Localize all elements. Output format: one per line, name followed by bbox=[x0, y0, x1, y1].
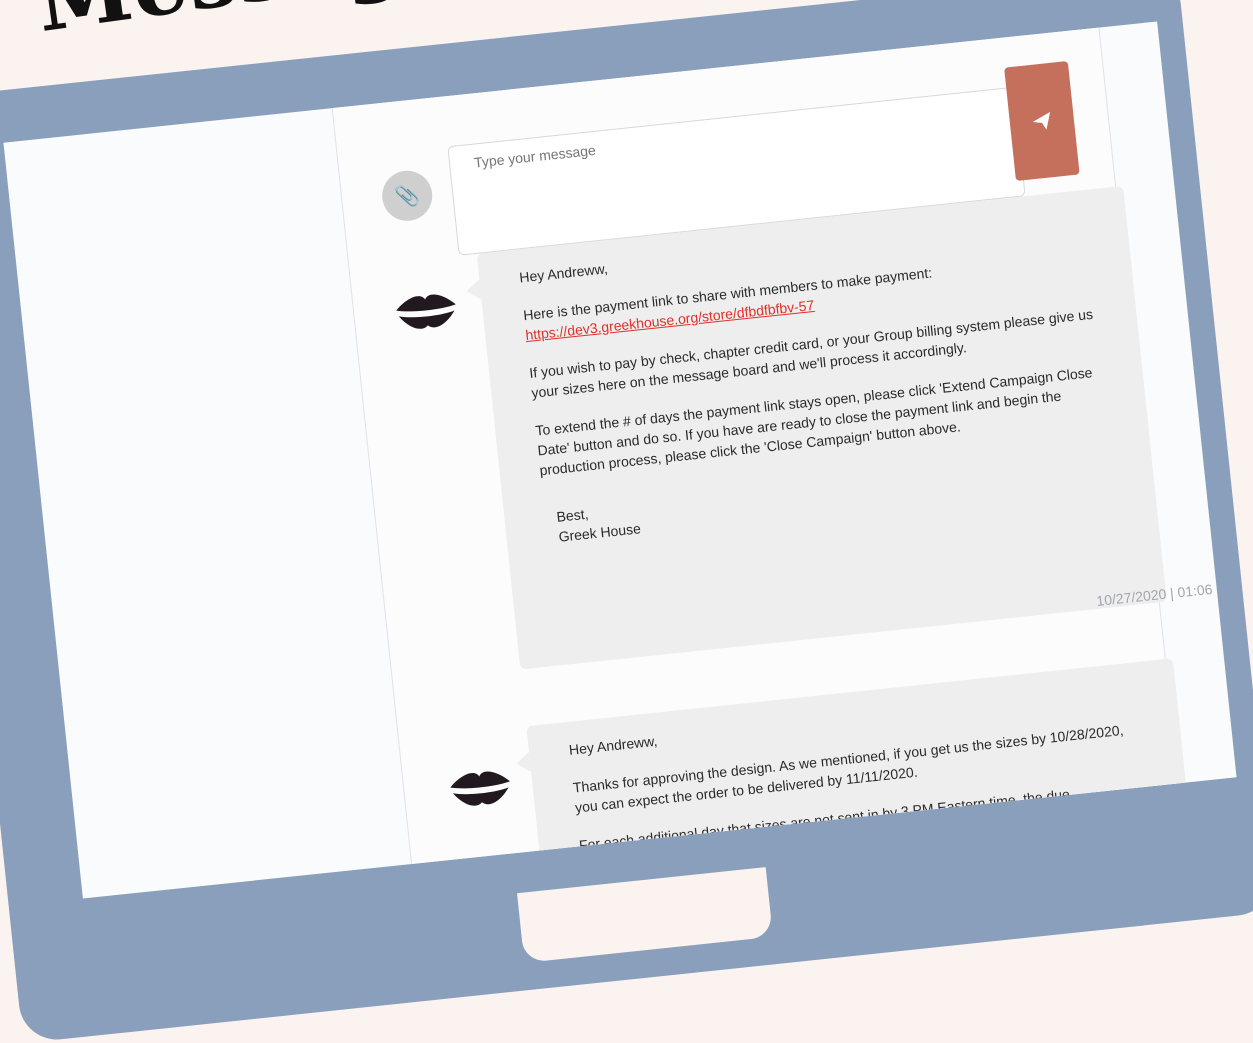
lips-logo-icon bbox=[396, 294, 456, 329]
paperclip-icon: 📎 bbox=[393, 184, 421, 209]
message-bubble: Hey Andreww, Here is the payment link to… bbox=[476, 185, 1236, 670]
paper-plane-icon bbox=[1032, 111, 1051, 130]
message-timestamp: 10/27/2020 | 01:06 am bbox=[1095, 578, 1237, 609]
lips-logo-icon bbox=[450, 771, 510, 806]
message-board-panel: 📎 Hey Andreww, Here is the payment link … bbox=[329, 21, 1236, 899]
screen: 📎 Hey Andreww, Here is the payment link … bbox=[3, 21, 1237, 899]
send-button[interactable] bbox=[1004, 61, 1080, 182]
attach-button[interactable]: 📎 bbox=[379, 168, 435, 224]
